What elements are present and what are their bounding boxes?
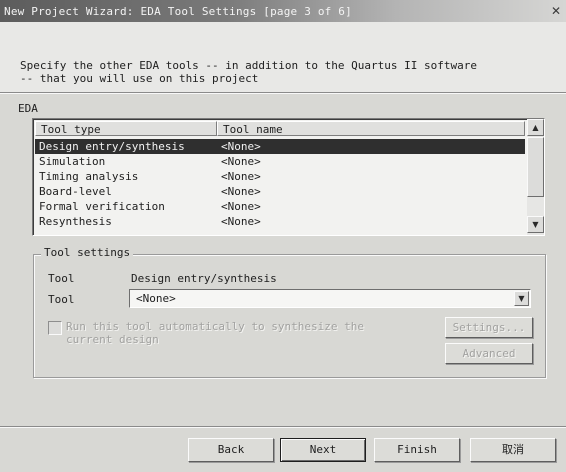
tool-select-dropdown[interactable]: <None> ▼ [129,289,531,308]
tool-name-cell: <None> [221,155,261,168]
tool-type-cell: Formal verification [39,200,165,213]
tool-select-value: <None> [136,292,176,305]
wizard-header: Specify the other EDA tools -- in additi… [0,22,566,92]
header-divider-highlight [0,93,566,94]
window-title: New Project Wizard: EDA Tool Settings [p… [4,5,352,18]
next-button[interactable]: Next [280,438,366,462]
tool-name-cell: <None> [221,140,261,153]
table-row[interactable]: Design entry/synthesis <None> [35,139,525,154]
eda-label: EDA [18,102,38,115]
footer-divider-highlight [0,427,566,428]
tool-name-cell: <None> [221,170,261,183]
tool-type-cell: Simulation [39,155,106,168]
chevron-down-icon[interactable]: ▼ [514,291,529,306]
list-header: Tool type Tool name [35,121,525,137]
tool-type-cell: Timing analysis [39,170,139,183]
tool-type-cell: Resynthesis [39,215,112,228]
title-bar: New Project Wizard: EDA Tool Settings [p… [0,0,566,22]
settings-button[interactable]: Settings... [445,317,533,338]
table-row[interactable]: Simulation <None> [35,154,525,169]
column-header-tool-type[interactable]: Tool type [35,121,217,136]
tool-name-cell: <None> [221,215,261,228]
tool-settings-title: Tool settings [41,246,134,259]
scroll-down-icon[interactable]: ▼ [527,216,544,233]
tool-name-cell: <None> [221,200,261,213]
tool-type-cell: Design entry/synthesis [39,140,185,153]
cancel-button[interactable]: 取消 [470,438,556,462]
run-automatically-label: Run this tool automatically to synthesiz… [66,320,365,346]
eda-list-scrollbar[interactable]: ▲ ▼ [527,119,544,235]
tool-type-value: Design entry/synthesis [131,272,277,285]
close-icon[interactable]: ✕ [549,4,563,18]
scroll-up-icon[interactable]: ▲ [527,119,544,136]
eda-tool-list[interactable]: Tool type Tool name Design entry/synthes… [32,118,545,236]
tool-type-cell: Board-level [39,185,112,198]
advanced-button[interactable]: Advanced [445,343,533,364]
page-description: Specify the other EDA tools -- in additi… [20,59,477,85]
table-row[interactable]: Formal verification <None> [35,199,525,214]
tool-select-label: Tool [48,293,75,306]
tool-label: Tool [48,272,75,285]
table-row[interactable]: Resynthesis <None> [35,214,525,229]
back-button[interactable]: Back [188,438,274,462]
eda-rows: Design entry/synthesis <None> Simulation <N… [35,139,525,229]
column-header-tool-name[interactable]: Tool name [217,121,525,136]
finish-button[interactable]: Finish [374,438,460,462]
table-row[interactable]: Board-level <None> [35,184,525,199]
scroll-thumb[interactable] [527,137,544,197]
table-row[interactable]: Timing analysis <None> [35,169,525,184]
run-automatically-checkbox[interactable] [48,321,62,335]
tool-name-cell: <None> [221,185,261,198]
